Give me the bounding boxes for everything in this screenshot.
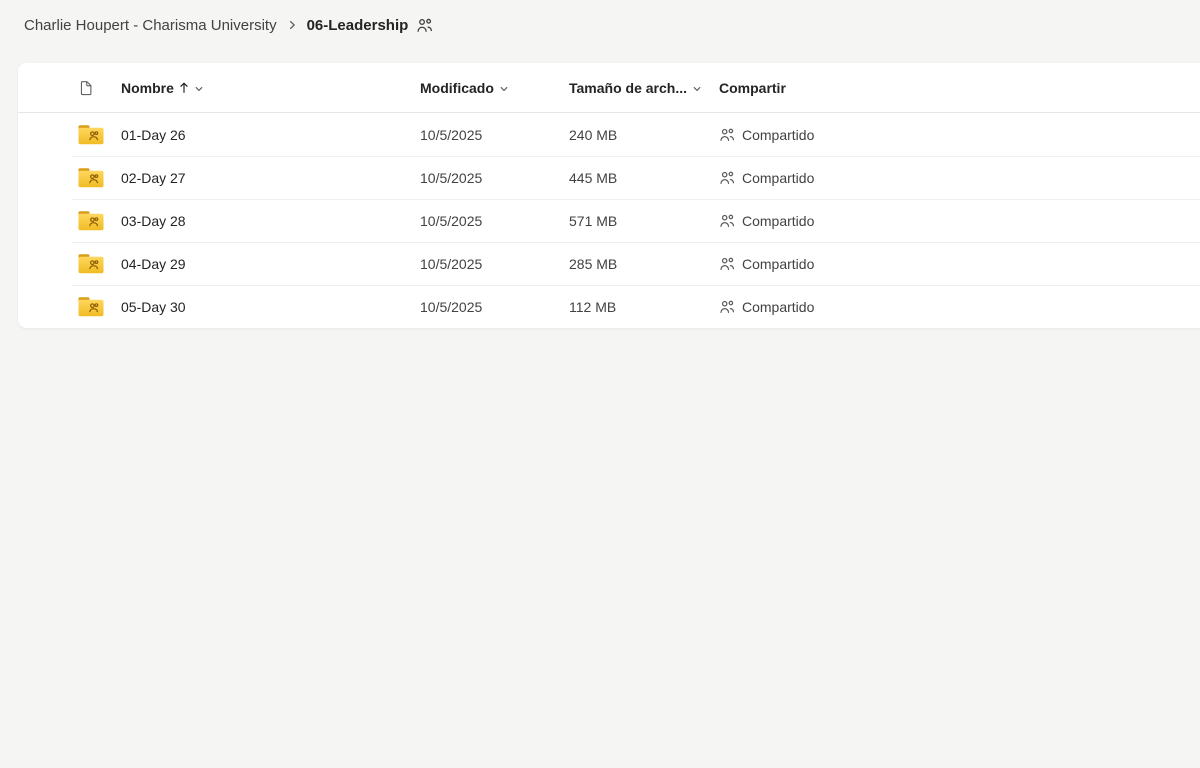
share-status-label: Compartido — [742, 127, 814, 143]
modified-date: 10/5/2025 — [420, 299, 569, 315]
shared-folder-icon — [78, 167, 121, 188]
people-icon — [416, 17, 433, 34]
folder-name[interactable]: 05-Day 30 — [121, 299, 420, 315]
breadcrumb-parent-link[interactable]: Charlie Houpert - Charisma University — [24, 17, 277, 34]
folder-name[interactable]: 02-Day 27 — [121, 170, 420, 186]
breadcrumb: Charlie Houpert - Charisma University 06… — [0, 0, 1200, 50]
people-icon — [719, 170, 735, 186]
shared-folder-icon — [78, 296, 121, 317]
folder-row[interactable]: 03-Day 28 10/5/2025 571 MB Compartido — [18, 199, 1200, 242]
file-size: 571 MB — [569, 213, 719, 229]
people-icon — [719, 127, 735, 143]
column-header-modified-label: Modificado — [420, 80, 494, 96]
column-header-share-label: Compartir — [719, 80, 786, 96]
folder-name[interactable]: 03-Day 28 — [121, 213, 420, 229]
file-size: 285 MB — [569, 256, 719, 272]
column-header-size-label: Tamaño de arch... — [569, 80, 687, 96]
folder-row[interactable]: 04-Day 29 10/5/2025 285 MB Compartido — [18, 242, 1200, 285]
shared-folder-icon — [78, 253, 121, 274]
file-list-card: Nombre Modificado Tamaño de arch... Comp… — [18, 63, 1200, 328]
document-icon — [78, 80, 121, 96]
folder-row[interactable]: 01-Day 26 10/5/2025 240 MB Compartido — [18, 113, 1200, 156]
file-size: 240 MB — [569, 127, 719, 143]
share-status[interactable]: Compartido — [719, 299, 1200, 315]
share-status-label: Compartido — [742, 170, 814, 186]
share-status-label: Compartido — [742, 213, 814, 229]
column-header-name-label: Nombre — [121, 80, 174, 96]
modified-date: 10/5/2025 — [420, 170, 569, 186]
people-icon — [719, 256, 735, 272]
share-status-label: Compartido — [742, 256, 814, 272]
share-status[interactable]: Compartido — [719, 213, 1200, 229]
people-icon — [719, 213, 735, 229]
chevron-down-icon — [692, 84, 702, 94]
share-status[interactable]: Compartido — [719, 170, 1200, 186]
modified-date: 10/5/2025 — [420, 256, 569, 272]
file-size: 112 MB — [569, 299, 719, 315]
chevron-down-icon — [194, 84, 204, 94]
shared-folder-icon — [78, 210, 121, 231]
chevron-right-icon — [286, 19, 298, 31]
share-status-label: Compartido — [742, 299, 814, 315]
share-status[interactable]: Compartido — [719, 256, 1200, 272]
table-header-row: Nombre Modificado Tamaño de arch... Comp… — [18, 63, 1200, 113]
chevron-down-icon — [499, 84, 509, 94]
file-size: 445 MB — [569, 170, 719, 186]
folder-row[interactable]: 02-Day 27 10/5/2025 445 MB Compartido — [18, 156, 1200, 199]
folder-name[interactable]: 01-Day 26 — [121, 127, 420, 143]
share-status[interactable]: Compartido — [719, 127, 1200, 143]
shared-folder-icon — [78, 124, 121, 145]
modified-date: 10/5/2025 — [420, 127, 569, 143]
modified-date: 10/5/2025 — [420, 213, 569, 229]
column-header-name[interactable]: Nombre — [121, 80, 420, 96]
folder-row[interactable]: 05-Day 30 10/5/2025 112 MB Compartido — [18, 285, 1200, 328]
breadcrumb-current: 06-Leadership — [307, 17, 409, 34]
column-header-size[interactable]: Tamaño de arch... — [569, 80, 719, 96]
people-icon — [719, 299, 735, 315]
arrow-up-icon — [179, 81, 189, 94]
column-header-share[interactable]: Compartir — [719, 80, 1200, 96]
column-header-modified[interactable]: Modificado — [420, 80, 569, 96]
folder-name[interactable]: 04-Day 29 — [121, 256, 420, 272]
